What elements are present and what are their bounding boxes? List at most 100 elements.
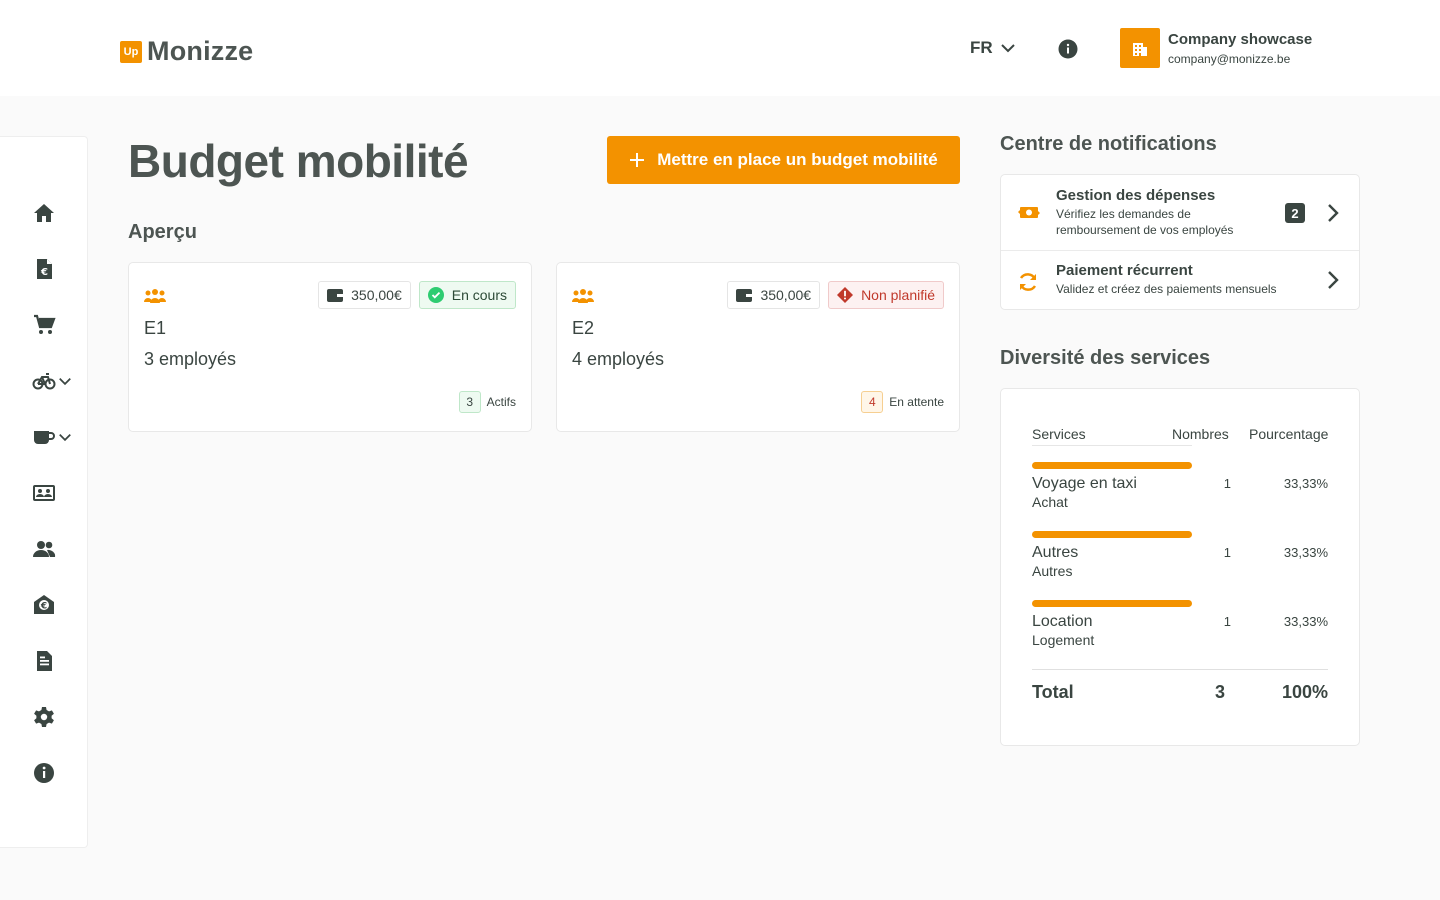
overview-title: Aperçu xyxy=(128,221,197,243)
column-header-percentage: Pourcentage xyxy=(1249,426,1329,442)
company-email: company@monizze.be xyxy=(1168,52,1291,66)
total-label: Total xyxy=(1032,682,1074,702)
amount-value: 350,00€ xyxy=(760,287,812,303)
euro-document-icon: € xyxy=(37,259,52,279)
money-exchange-icon xyxy=(1018,207,1040,218)
notification-description: Vérifiez les demandes de remboursement d… xyxy=(1056,207,1234,237)
service-name: Location xyxy=(1032,613,1093,630)
service-count: 1 xyxy=(1223,614,1231,629)
service-category: Autres xyxy=(1032,563,1073,579)
status-badge: Non planifié xyxy=(828,281,944,309)
chevron-down-icon xyxy=(1000,44,1015,53)
service-name: Voyage en taxi xyxy=(1032,475,1137,492)
notifications-title: Centre de notifications xyxy=(1000,133,1217,155)
chevron-down-icon xyxy=(59,434,71,442)
status-label: En cours xyxy=(451,287,507,303)
check-circle-icon xyxy=(427,287,444,303)
status-label: Non planifié xyxy=(861,287,935,303)
service-category: Achat xyxy=(1032,494,1068,510)
document-icon xyxy=(37,651,52,671)
logo-badge: Up xyxy=(120,40,142,63)
notifications-panel: Gestion des dépenses Vérifiez les demand… xyxy=(1000,174,1360,310)
id-card-icon xyxy=(33,485,55,501)
amount-value: 350,00€ xyxy=(351,287,402,303)
card-name: E2 xyxy=(572,318,595,338)
total-count: 3 xyxy=(1215,682,1226,702)
service-percent: 33,33% xyxy=(1283,614,1328,629)
notification-expense-management[interactable]: Gestion des dépenses Vérifiez les demand… xyxy=(1001,175,1359,250)
info-icon xyxy=(34,763,54,783)
count-label: Actifs xyxy=(486,395,516,409)
count-badge: 3 xyxy=(458,391,481,413)
sidebar-item-shop[interactable] xyxy=(0,297,88,353)
company-account-menu[interactable]: Company showcase company@monizze.be xyxy=(1120,28,1312,68)
sidebar-item-documents[interactable] xyxy=(0,633,88,689)
sidebar-item-cards[interactable] xyxy=(0,465,88,521)
monizze-logo[interactable]: Up Monizze xyxy=(120,36,253,67)
budget-card-e2[interactable]: 350,00€ Non planifié E2 4 employés 4 En … xyxy=(556,262,960,432)
notification-title: Paiement récurrent xyxy=(1056,262,1193,279)
service-count: 1 xyxy=(1223,476,1231,491)
budget-card-e1[interactable]: 350,00€ En cours E1 3 employés 3 Actifs xyxy=(128,262,532,432)
status-badge: En cours xyxy=(418,281,516,309)
sidebar-item-meal[interactable] xyxy=(0,409,88,465)
card-name: E1 xyxy=(144,318,167,338)
total-percent: 100% xyxy=(1281,682,1328,702)
sidebar-item-mobility[interactable] xyxy=(0,353,88,409)
card-employee-count: 4 employés xyxy=(572,349,665,369)
language-label: FR xyxy=(970,38,993,57)
card-pending-count: 4 En attente xyxy=(861,391,944,413)
sidebar-item-expenses[interactable]: € xyxy=(0,241,88,297)
wallet-icon xyxy=(736,289,753,302)
bicycle-icon xyxy=(32,373,56,390)
team-icon xyxy=(144,289,166,303)
cart-icon xyxy=(34,314,56,334)
coffee-cup-icon xyxy=(34,431,55,444)
amount-chip: 350,00€ xyxy=(318,281,411,309)
gear-icon xyxy=(34,707,54,727)
home-icon xyxy=(34,204,54,222)
diversity-title: Diversité des services xyxy=(1000,347,1211,369)
column-header-numbers: Nombres xyxy=(1172,426,1229,442)
service-count: 1 xyxy=(1223,545,1231,560)
card-active-count: 3 Actifs xyxy=(458,391,516,413)
column-header-services: Services xyxy=(1032,426,1086,442)
sidebar-item-info[interactable] xyxy=(0,745,88,801)
refresh-icon xyxy=(1019,273,1037,291)
logo-text: Monizze xyxy=(147,36,254,66)
sidebar-item-home[interactable] xyxy=(0,185,88,241)
chevron-right-icon xyxy=(1328,271,1339,289)
service-category: Logement xyxy=(1032,632,1095,648)
wallet-icon xyxy=(327,289,344,302)
plus-icon xyxy=(630,153,645,167)
team-icon xyxy=(572,289,594,303)
setup-mobility-budget-button[interactable]: Mettre en place un budget mobilité xyxy=(607,136,960,184)
service-diversity-table: Services Nombres Pourcentage Voyage en t… xyxy=(1000,388,1360,746)
header-divider xyxy=(1032,445,1192,446)
card-employee-count: 3 employés xyxy=(144,349,237,369)
sidebar-item-payments[interactable]: € xyxy=(0,577,88,633)
notification-description: Validez et créez des paiements mensuels xyxy=(1056,282,1277,296)
company-name: Company showcase xyxy=(1168,31,1313,48)
service-share-bar xyxy=(1032,600,1192,607)
notification-count-badge: 2 xyxy=(1285,203,1305,223)
euro-envelope-icon: € xyxy=(34,595,54,614)
sidebar-item-settings[interactable] xyxy=(0,689,88,745)
svg-text:€: € xyxy=(40,602,47,612)
service-percent: 33,33% xyxy=(1283,545,1328,560)
count-badge: 4 xyxy=(861,391,884,413)
sidebar-item-employees[interactable] xyxy=(0,521,88,577)
count-label: En attente xyxy=(889,395,944,409)
top-header: Up Monizze FR Company showcase company@m… xyxy=(0,0,1440,96)
service-percent: 33,33% xyxy=(1283,476,1328,491)
users-icon xyxy=(33,541,56,557)
building-icon xyxy=(1120,28,1160,68)
service-name: Autres xyxy=(1032,544,1079,561)
info-icon[interactable] xyxy=(1058,39,1078,59)
warning-diamond-icon xyxy=(837,287,854,303)
chevron-right-icon xyxy=(1328,204,1339,222)
page-title: Budget mobilité xyxy=(128,135,469,187)
notification-recurring-payment[interactable]: Paiement récurrent Validez et créez des … xyxy=(1001,251,1359,309)
service-share-bar xyxy=(1032,531,1192,538)
language-selector[interactable]: FR xyxy=(970,38,1015,58)
